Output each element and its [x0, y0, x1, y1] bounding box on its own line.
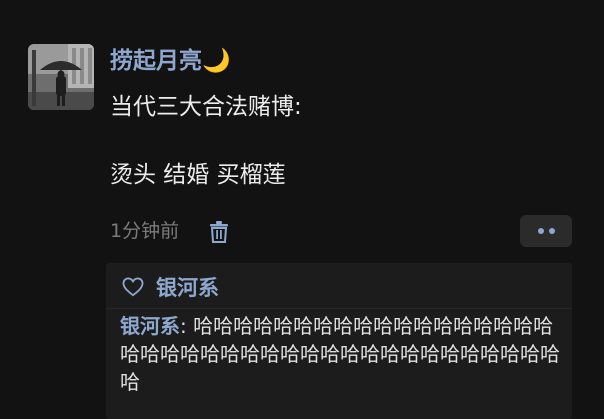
username[interactable]: 捞起月亮🌙 [110, 44, 231, 78]
post-text-line: 当代三大合法赌博: [110, 94, 302, 120]
avatar[interactable] [28, 44, 94, 110]
comment-separator: : [180, 314, 194, 338]
comment-author[interactable]: 银河系 [120, 314, 180, 338]
likes-row: 银河系 [122, 271, 219, 303]
delete-button[interactable] [205, 218, 233, 246]
liker-name[interactable]: 银河系 [156, 272, 219, 302]
comment[interactable]: 银河系: 哈哈哈哈哈哈哈哈哈哈哈哈哈哈哈哈哈哈哈哈哈哈哈哈哈哈哈哈哈哈哈哈哈哈哈… [120, 312, 566, 396]
trash-icon [210, 221, 228, 243]
interaction-panel: 银河系 银河系: 哈哈哈哈哈哈哈哈哈哈哈哈哈哈哈哈哈哈哈哈哈哈哈哈哈哈哈哈哈哈哈… [106, 263, 572, 419]
more-button[interactable] [520, 215, 572, 247]
heart-icon [122, 277, 144, 297]
post-text-line: 烫头 结婚 买榴莲 [110, 162, 286, 188]
post-text-line [110, 124, 302, 158]
divider [106, 308, 572, 309]
more-dots-icon [537, 228, 544, 234]
post-text: 当代三大合法赌博: 烫头 结婚 买榴莲 [110, 90, 302, 192]
timestamp: 1分钟前 [110, 220, 180, 242]
more-dots-icon [548, 228, 555, 234]
avatar-image [28, 44, 94, 110]
